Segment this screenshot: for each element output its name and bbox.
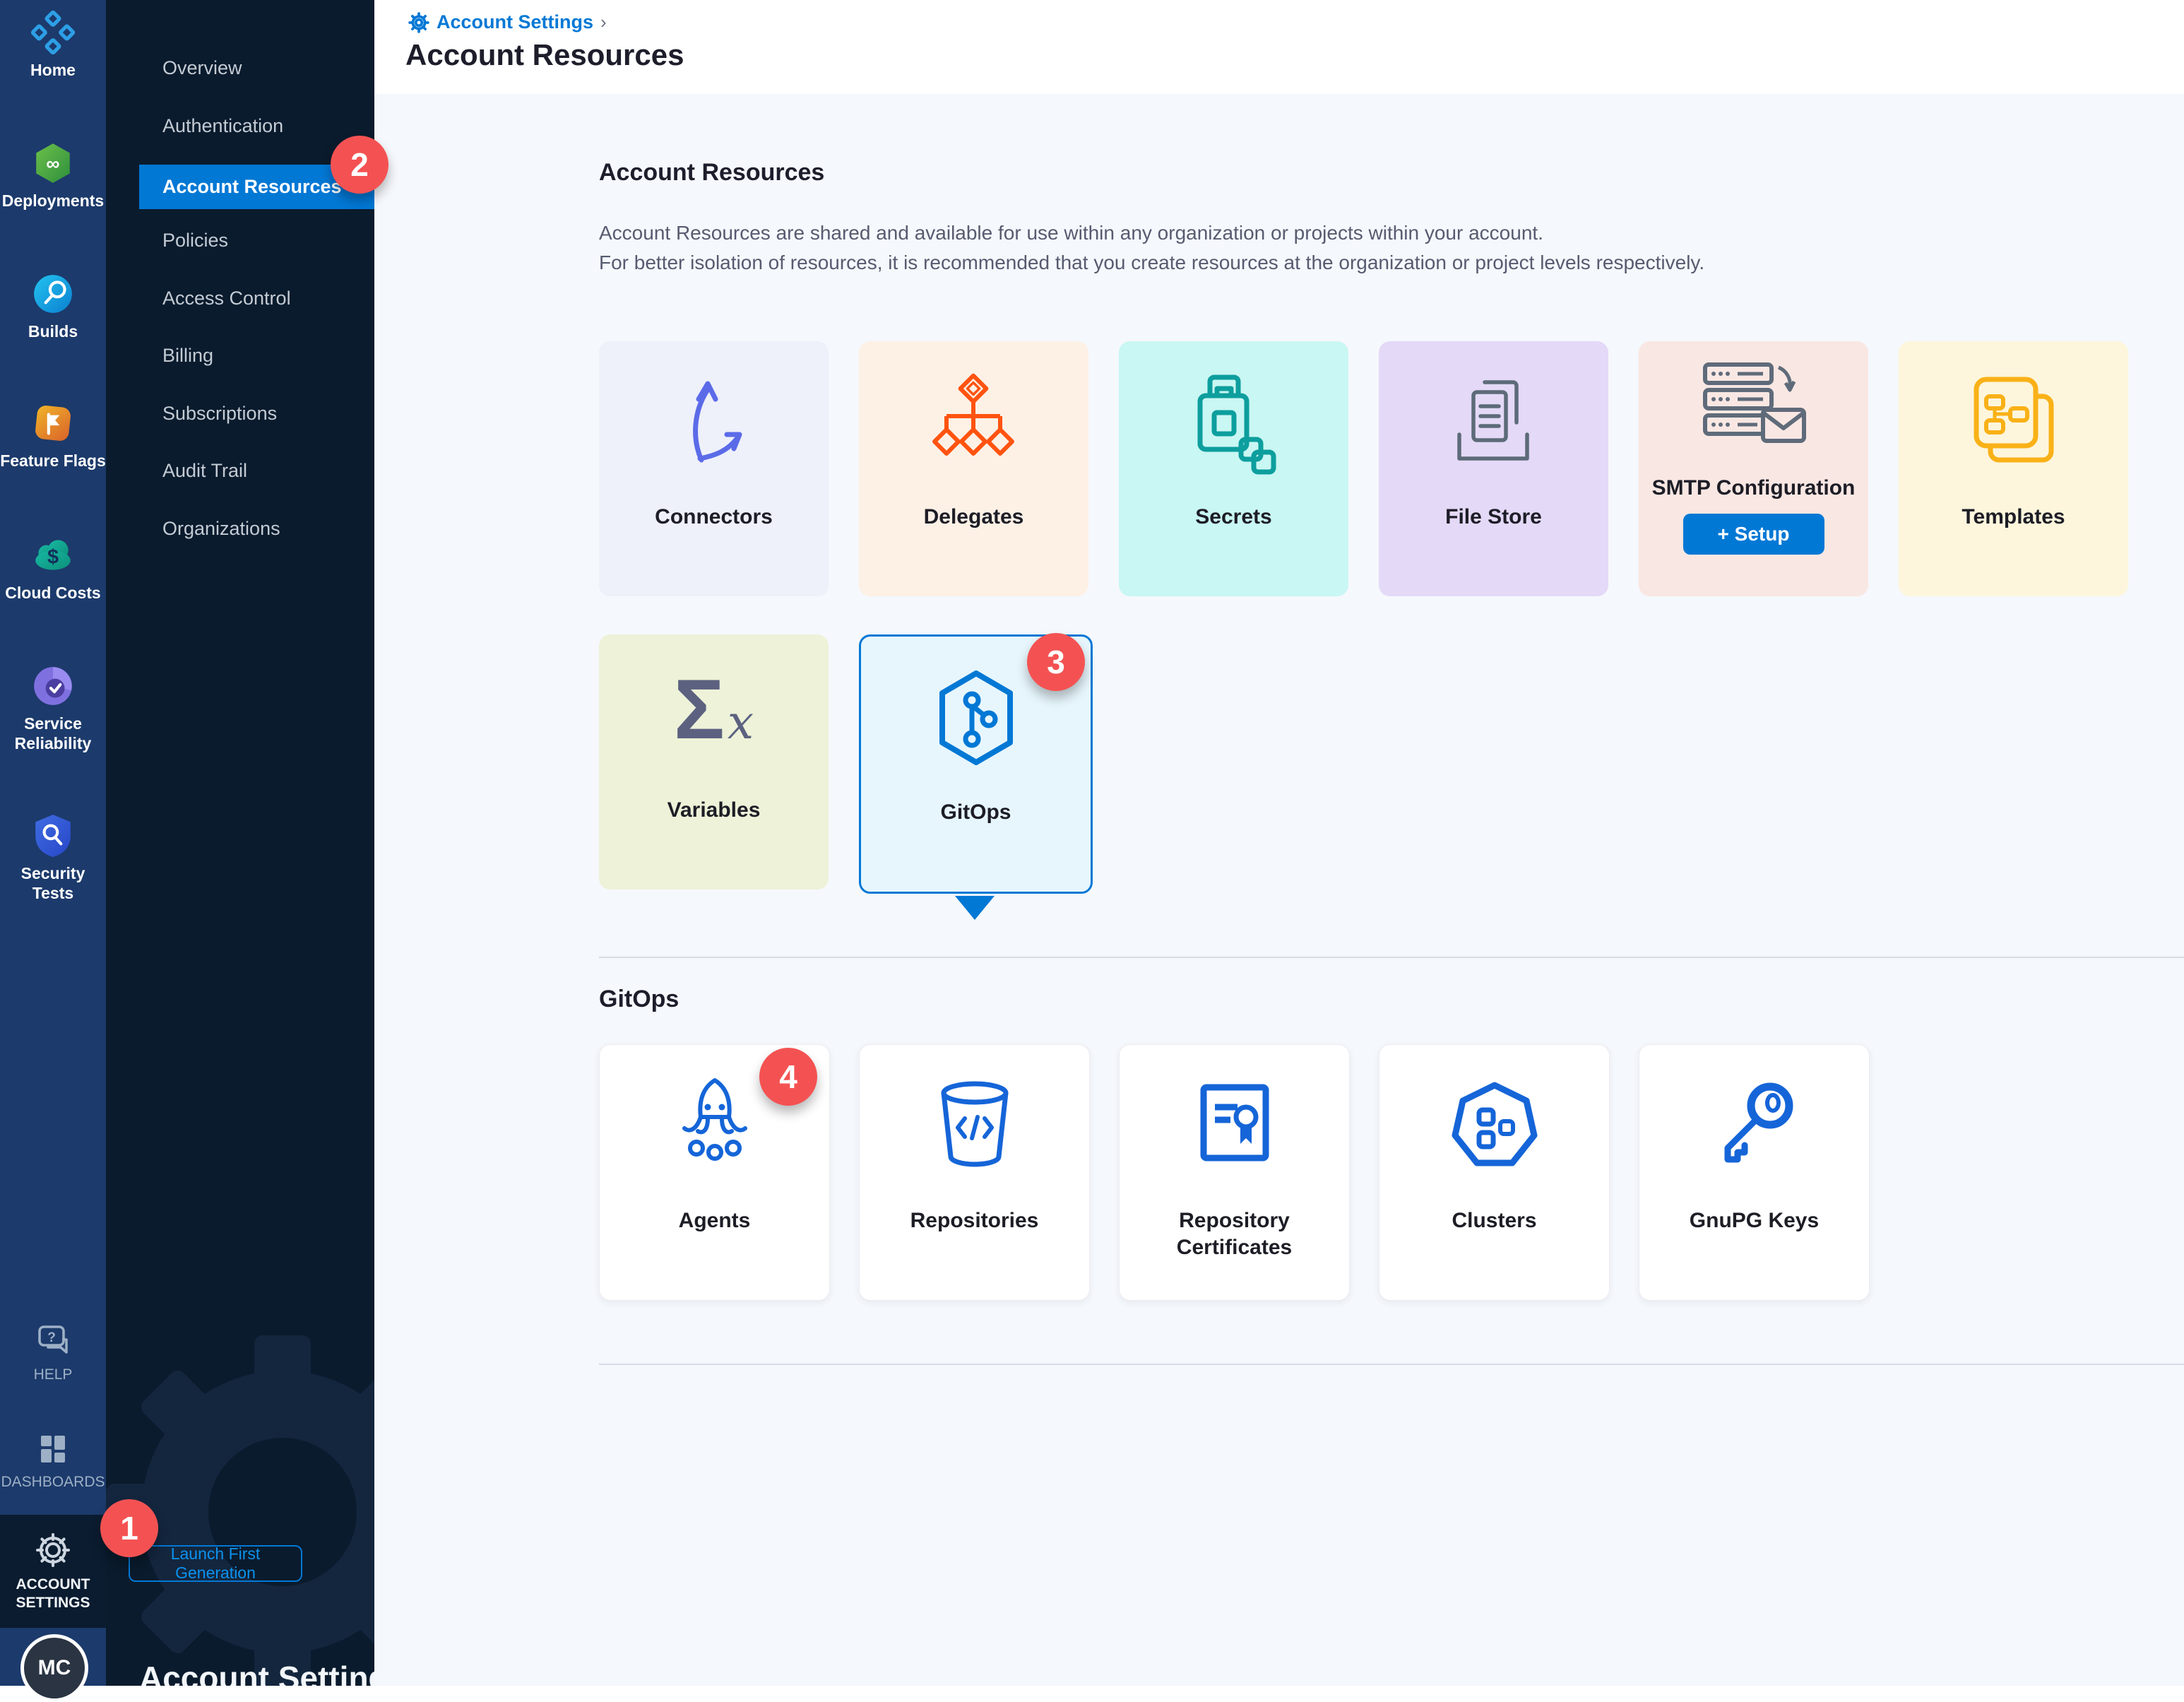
section-title: Account Resources <box>599 159 824 187</box>
sidebar-item-billing[interactable]: Billing <box>162 345 213 367</box>
icon-rail: Home ∞ Deployments Builds <box>0 0 106 1686</box>
card-delegates[interactable]: Delegates <box>859 341 1088 596</box>
description-line-2: For better isolation of resources, it is… <box>599 248 1704 278</box>
breadcrumb-separator: › <box>600 11 607 33</box>
card-label: File Store <box>1445 504 1542 531</box>
rail-item-home[interactable]: Home <box>0 11 106 80</box>
card-variables[interactable]: Σx Variables <box>599 634 829 890</box>
file-store-icon <box>1442 341 1545 504</box>
page-title: Account Resources <box>405 38 684 72</box>
help-icon: ? <box>0 1323 106 1359</box>
smtp-setup-button[interactable]: + Setup <box>1683 514 1824 555</box>
sidebar-item-policies[interactable]: Policies <box>162 230 228 252</box>
card-file-store[interactable]: File Store <box>1379 341 1608 596</box>
gitops-icon <box>927 637 1026 799</box>
main-content: Account Resources Account Resources are … <box>374 94 2184 1686</box>
builds-icon <box>0 272 106 316</box>
rail-item-feature-flags[interactable]: Feature Flags <box>0 401 106 471</box>
breadcrumb-account-settings-link[interactable]: Account Settings <box>437 11 593 33</box>
rail-item-security-tests[interactable]: Security Tests <box>0 812 106 903</box>
card-label: Clusters <box>1452 1207 1536 1234</box>
deployments-icon: ∞ <box>0 141 106 185</box>
dashboards-icon <box>0 1431 106 1467</box>
breadcrumb: Account Settings › <box>408 11 607 33</box>
rail-item-service-reliability[interactable]: Service Reliability <box>0 664 106 753</box>
annotation-badge-4: 4 <box>759 1048 817 1106</box>
svg-text:∞: ∞ <box>46 153 59 174</box>
smtp-configuration-icon <box>1695 341 1812 475</box>
cloud-costs-icon: $ <box>0 533 106 577</box>
sidebar-item-subscriptions[interactable]: Subscriptions <box>162 403 277 425</box>
card-connectors[interactable]: Connectors <box>599 341 829 596</box>
launch-first-generation-button[interactable]: Launch First Generation <box>129 1545 302 1582</box>
card-label: Variables <box>667 797 761 824</box>
rail-item-dashboards[interactable]: DASHBOARDS <box>0 1431 106 1492</box>
card-secrets[interactable]: Secrets <box>1119 341 1348 596</box>
svg-text:?: ? <box>47 1330 56 1345</box>
delegates-icon <box>921 341 1027 504</box>
settings-sidebar: Overview Authentication Account Resource… <box>106 0 374 1686</box>
rail-item-help[interactable]: ? HELP <box>0 1323 106 1385</box>
agents-icon <box>665 1045 764 1207</box>
sidebar-item-authentication[interactable]: Authentication <box>162 115 283 137</box>
card-smtp-configuration[interactable]: SMTP Configuration + Setup <box>1639 341 1868 596</box>
gear-icon <box>0 1530 106 1570</box>
connectors-icon <box>665 341 764 504</box>
gitops-pointer-arrow <box>955 896 995 920</box>
card-label: Secrets <box>1195 504 1271 531</box>
card-clusters[interactable]: Clusters <box>1379 1044 1610 1301</box>
repository-certificates-icon <box>1185 1045 1284 1207</box>
card-label: Agents <box>679 1207 751 1234</box>
card-label-line1: Repository <box>1177 1207 1292 1234</box>
gnupg-keys-icon <box>1705 1045 1804 1207</box>
home-icon <box>0 11 106 54</box>
rail-item-deployments[interactable]: ∞ Deployments <box>0 141 106 211</box>
card-label: GitOps <box>940 799 1011 826</box>
sidebar-item-label: Account Resources <box>162 176 342 198</box>
secrets-icon <box>1179 341 1288 504</box>
card-label: Connectors <box>655 504 773 531</box>
card-label: Templates <box>1962 504 2065 531</box>
sidebar-footer-title: Account Settings <box>139 1659 374 1686</box>
card-label: SMTP Configuration <box>1652 475 1856 501</box>
card-label: Delegates <box>924 504 1024 531</box>
card-label: GnuPG Keys <box>1690 1207 1819 1234</box>
clusters-icon <box>1445 1045 1544 1207</box>
gitops-section-title: GitOps <box>599 986 679 1013</box>
settings-gear-icon <box>408 12 429 33</box>
annotation-badge-2: 2 <box>331 136 388 194</box>
repositories-icon <box>925 1045 1024 1207</box>
card-label: Repositories <box>910 1207 1039 1234</box>
section-description: Account Resources are shared and availab… <box>599 218 1704 278</box>
card-repository-certificates[interactable]: Repository Certificates <box>1119 1044 1350 1301</box>
annotation-badge-1: 1 <box>100 1499 158 1557</box>
templates-icon <box>1962 341 2065 504</box>
card-repositories[interactable]: Repositories <box>859 1044 1090 1301</box>
sidebar-item-overview[interactable]: Overview <box>162 57 242 79</box>
rail-item-builds[interactable]: Builds <box>0 272 106 341</box>
feature-flags-icon <box>0 401 106 445</box>
description-line-1: Account Resources are shared and availab… <box>599 218 1704 248</box>
svg-text:$: $ <box>47 545 59 568</box>
section-divider-top <box>599 957 2184 958</box>
rail-item-account-settings[interactable]: ACCOUNT SETTINGS <box>0 1530 106 1612</box>
annotation-badge-3: 3 <box>1027 633 1085 691</box>
section-divider-bottom <box>599 1364 2184 1365</box>
sidebar-item-organizations[interactable]: Organizations <box>162 518 280 540</box>
service-reliability-icon <box>0 664 106 708</box>
sidebar-item-audit-trail[interactable]: Audit Trail <box>162 460 247 482</box>
rail-item-cloud-costs[interactable]: $ Cloud Costs <box>0 533 106 603</box>
user-avatar[interactable]: MC <box>20 1634 88 1702</box>
card-label: Repository Certificates <box>1177 1207 1292 1261</box>
card-label-line2: Certificates <box>1177 1234 1292 1261</box>
variables-icon: Σx <box>674 634 754 797</box>
security-tests-icon <box>0 812 106 858</box>
card-templates[interactable]: Templates <box>1899 341 2128 596</box>
sidebar-item-access-control[interactable]: Access Control <box>162 288 291 309</box>
card-gnupg-keys[interactable]: GnuPG Keys <box>1639 1044 1870 1301</box>
